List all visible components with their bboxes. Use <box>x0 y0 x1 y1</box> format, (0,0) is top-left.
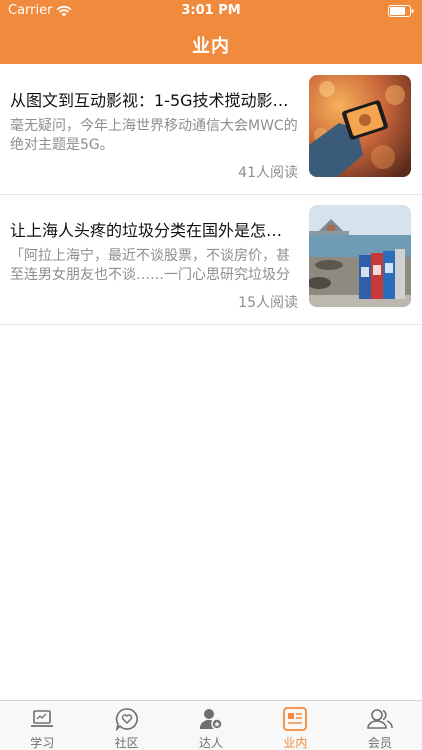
tab-experts[interactable]: 达人 <box>169 701 253 750</box>
article-read-count: 15人阅读 <box>238 295 298 311</box>
article-summary: 「阿拉上海宁，最近不谈股票，不谈房价，甚至连男女朋友也不谈……一门心思研究垃圾分… <box>10 248 290 283</box>
status-time: 3:01 PM <box>181 3 241 18</box>
tab-community[interactable]: 社区 <box>84 701 168 750</box>
screen: Carrier 3:01 PM 业内 从图文到互动影视：1-5G技术搅动影视行业… <box>0 0 422 750</box>
members-icon <box>367 709 393 729</box>
article-list-item[interactable]: 让上海人头疼的垃圾分类在国外是怎样做的 「阿拉上海宁，最近不谈股票，不谈房价，甚… <box>0 195 422 325</box>
page-title: 业内 <box>192 36 230 57</box>
article-thumbnail <box>309 205 411 307</box>
article-list-item[interactable]: 从图文到互动影视：1-5G技术搅动影视行业 毫无疑问，今年上海世界移动通信大会M… <box>0 65 422 195</box>
tab-label: 会员 <box>367 736 392 750</box>
tab-industry[interactable]: 业内 <box>253 701 337 750</box>
chat-heart-icon <box>115 708 138 731</box>
user-star-icon <box>199 709 223 730</box>
tab-bar: 学习 社区 达人 业内 会员 <box>0 700 422 750</box>
tab-label: 业内 <box>283 736 308 750</box>
battery-icon <box>388 5 414 17</box>
status-bar: Carrier 3:01 PM <box>0 0 422 22</box>
header: Carrier 3:01 PM 业内 <box>0 0 422 64</box>
article-title: 从图文到互动影视：1-5G技术搅动影视行业 <box>10 91 298 110</box>
tab-label: 学习 <box>30 736 55 750</box>
article-thumbnail <box>309 75 411 177</box>
tab-label: 达人 <box>199 736 224 750</box>
tab-study[interactable]: 学习 <box>0 701 84 750</box>
article-title: 让上海人头疼的垃圾分类在国外是怎样做的 <box>10 221 298 240</box>
tab-members[interactable]: 会员 <box>338 701 422 750</box>
article-summary: 毫无疑问，今年上海世界移动通信大会MWC的绝对主题是5G。 <box>10 118 298 153</box>
laptop-icon <box>31 710 54 727</box>
news-icon <box>283 707 308 731</box>
tab-label: 社区 <box>114 736 139 750</box>
article-read-count: 41人阅读 <box>238 165 298 181</box>
